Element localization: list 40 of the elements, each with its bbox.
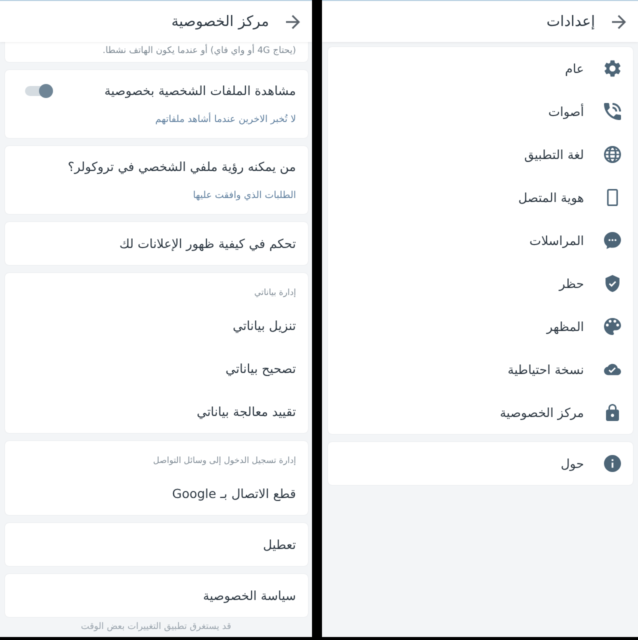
smartphone-icon [604,189,621,206]
menu-item[interactable]: تصحيح بياناتي [226,358,296,378]
option-subtitle: لا تُخبر الاخرين عندما أشاهد ملفاتهم [154,112,296,127]
settings-item[interactable]: حول [560,455,621,472]
settings-item[interactable]: مركز الخصوصية [500,404,621,421]
option-subtitle: الطلبات الذي وافقت عليها [192,189,296,203]
right-arrow-icon[interactable] [612,14,626,28]
menu-item[interactable]: تحكم في كيفية ظهور الإعلانات لك [119,234,296,254]
menu-item[interactable]: تنزيل بياناتي [232,316,296,336]
palette-icon [604,318,621,335]
chat-bubble-icon [604,232,621,249]
section-label: إدارة تسجيل الدخول إلى وسائل التواصل [152,455,296,468]
option-title[interactable]: من يمكنه رؤية ملفي الشخصي في تروكولر؟ [25,157,296,177]
toggle-switch[interactable] [25,84,53,98]
globe-icon [604,146,621,163]
settings-item[interactable]: أصوات [548,103,621,120]
settings-item[interactable]: المراسلات [529,232,621,249]
cloud-check-icon [604,361,621,378]
description-text: (يحتاج 4G أو واي فاي) أو عندما يكون الهاتف نشطا. [102,45,296,57]
settings-item[interactable]: عام [564,60,621,77]
shield-check-icon [604,275,621,292]
menu-item[interactable]: قطع الاتصال بـ Google [172,484,296,504]
settings-item[interactable]: لغة التطبيق [524,146,621,163]
phone-waves-icon [604,103,621,120]
settings-item[interactable]: حظر [559,275,621,292]
info-icon [604,455,621,472]
gear-icon [604,60,621,77]
option-title: مشاهدة الملفات الشخصية بخصوصية [104,82,296,100]
menu-item[interactable]: سياسة الخصوصية [203,586,296,606]
screen-title: إعدادات [546,14,595,30]
settings-item[interactable]: المظهر [546,318,621,335]
settings-item[interactable]: هوية المتصل [518,189,621,206]
settings-item[interactable]: نسخة احتياطية [508,361,621,378]
section-label: إدارة بياناتي [253,287,296,300]
footer-note: قد يستغرق تطبيق التغييرات بعض الوقت [80,621,232,634]
menu-item[interactable]: تقييد معالجة بياناتي [196,402,296,422]
right-arrow-icon[interactable] [286,14,300,28]
menu-item[interactable]: تعطيل [262,534,296,554]
screen-title: مركز الخصوصية [171,14,269,30]
lock-icon [604,404,621,421]
